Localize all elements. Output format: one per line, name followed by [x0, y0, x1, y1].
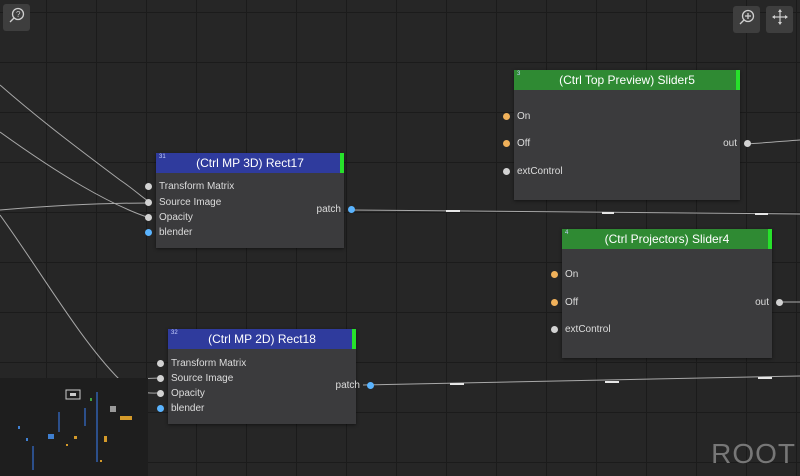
node-status-flag: [340, 153, 344, 173]
input-port-opacity[interactable]: Opacity: [157, 387, 205, 401]
port-dot[interactable]: [145, 229, 152, 236]
port-dot[interactable]: [145, 183, 152, 190]
node-slider5[interactable]: 3 (Ctrl Top Preview) Slider5 On Off extC…: [503, 70, 751, 200]
node-id: 31: [159, 154, 166, 160]
input-port-off[interactable]: Off: [503, 137, 531, 151]
port-dot[interactable]: [145, 199, 152, 206]
pan-button[interactable]: [766, 6, 793, 33]
node-slider4[interactable]: 4 (Ctrl Projectors) Slider4 On Off extCo…: [551, 229, 783, 358]
minimap[interactable]: [0, 378, 148, 476]
port-label: On: [565, 269, 579, 280]
output-port-patch[interactable]: patch: [316, 203, 355, 217]
port-label: extControl: [565, 324, 611, 335]
wire-rect17-patch: [350, 209, 800, 215]
port-dot[interactable]: [157, 360, 164, 367]
node-header[interactable]: 31 (Ctrl MP 3D) Rect17: [156, 153, 344, 173]
port-dot[interactable]: [157, 390, 164, 397]
node-rect17[interactable]: 31 (Ctrl MP 3D) Rect17 Transform Matrix …: [145, 153, 355, 248]
zoom-button[interactable]: [733, 6, 760, 33]
port-dot[interactable]: [348, 206, 355, 213]
port-label: Opacity: [171, 388, 205, 399]
root-breadcrumb-label: ROOT: [711, 438, 796, 469]
port-dot[interactable]: [157, 375, 164, 382]
input-port-blender[interactable]: blender: [145, 226, 193, 240]
input-port-off[interactable]: Off: [551, 296, 579, 310]
node-header[interactable]: 3 (Ctrl Top Preview) Slider5: [514, 70, 740, 90]
move-arrows-icon: [771, 8, 789, 31]
node-id: 3: [517, 71, 521, 77]
port-label: On: [517, 111, 531, 122]
port-dot[interactable]: [503, 113, 510, 120]
wire-curve-1: [0, 131, 151, 219]
node-status-flag: [736, 70, 740, 90]
wire-curve-3: [0, 202, 151, 211]
minimap-preview: [18, 389, 132, 470]
port-dot[interactable]: [503, 140, 510, 147]
input-port-extcontrol[interactable]: extControl: [503, 165, 563, 179]
port-dot[interactable]: [157, 405, 164, 412]
svg-text:?: ?: [16, 10, 21, 19]
input-port-opacity[interactable]: Opacity: [145, 211, 193, 225]
node-title: (Ctrl Top Preview) Slider5: [559, 73, 695, 87]
port-dot[interactable]: [776, 299, 783, 306]
port-label: Transform Matrix: [159, 181, 235, 192]
node-id: 32: [171, 330, 178, 336]
port-label: Transform Matrix: [171, 358, 247, 369]
node-status-flag: [352, 329, 356, 349]
question-search-icon: ?: [8, 6, 26, 29]
input-port-extcontrol[interactable]: extControl: [551, 323, 611, 337]
port-label: Source Image: [159, 197, 222, 208]
wire-rect18-patch: [362, 375, 800, 386]
node-id: 4: [565, 230, 569, 236]
port-label: Off: [517, 138, 531, 149]
port-dot[interactable]: [744, 140, 751, 147]
port-dot[interactable]: [367, 382, 374, 389]
node-rect18[interactable]: 32 (Ctrl MP 2D) Rect18 Transform Matrix …: [157, 329, 374, 424]
port-label: extControl: [517, 166, 563, 177]
node-title: (Ctrl MP 2D) Rect18: [208, 332, 316, 346]
port-dot[interactable]: [551, 299, 558, 306]
input-port-source-image[interactable]: Source Image: [157, 372, 234, 386]
wire-slider5-out: [744, 139, 800, 145]
node-header[interactable]: 32 (Ctrl MP 2D) Rect18: [168, 329, 356, 349]
port-dot[interactable]: [551, 271, 558, 278]
port-label: out: [723, 138, 737, 149]
help-button[interactable]: ?: [3, 4, 30, 31]
output-port-out[interactable]: out: [755, 296, 783, 310]
node-title: (Ctrl Projectors) Slider4: [604, 232, 730, 246]
port-label: Source Image: [171, 373, 234, 384]
port-dot[interactable]: [503, 168, 510, 175]
port-label: blender: [171, 403, 205, 414]
node-graph-canvas[interactable]: ? 31 (Ctrl MP 3D) Rect17 Transform Matri…: [0, 0, 800, 476]
input-port-transform-matrix[interactable]: Transform Matrix: [157, 357, 247, 371]
port-label: patch: [316, 204, 341, 215]
wire-curve-5: [0, 84, 151, 203]
zoom-in-icon: [738, 8, 756, 31]
output-port-patch[interactable]: patch: [335, 379, 374, 393]
wire-curve-2: [0, 214, 161, 394]
port-label: out: [755, 297, 769, 308]
node-header[interactable]: 4 (Ctrl Projectors) Slider4: [562, 229, 772, 249]
input-port-on[interactable]: On: [551, 268, 579, 282]
input-port-source-image[interactable]: Source Image: [145, 196, 222, 210]
port-label: patch: [335, 380, 360, 391]
port-label: Off: [565, 297, 579, 308]
port-dot[interactable]: [145, 214, 152, 221]
output-port-out[interactable]: out: [723, 137, 751, 151]
port-dot[interactable]: [551, 326, 558, 333]
input-port-on[interactable]: On: [503, 110, 531, 124]
node-status-flag: [768, 229, 772, 249]
port-label: blender: [159, 227, 193, 238]
node-title: (Ctrl MP 3D) Rect17: [196, 156, 304, 170]
input-port-blender[interactable]: blender: [157, 402, 205, 416]
port-label: Opacity: [159, 212, 193, 223]
input-port-transform-matrix[interactable]: Transform Matrix: [145, 180, 235, 194]
